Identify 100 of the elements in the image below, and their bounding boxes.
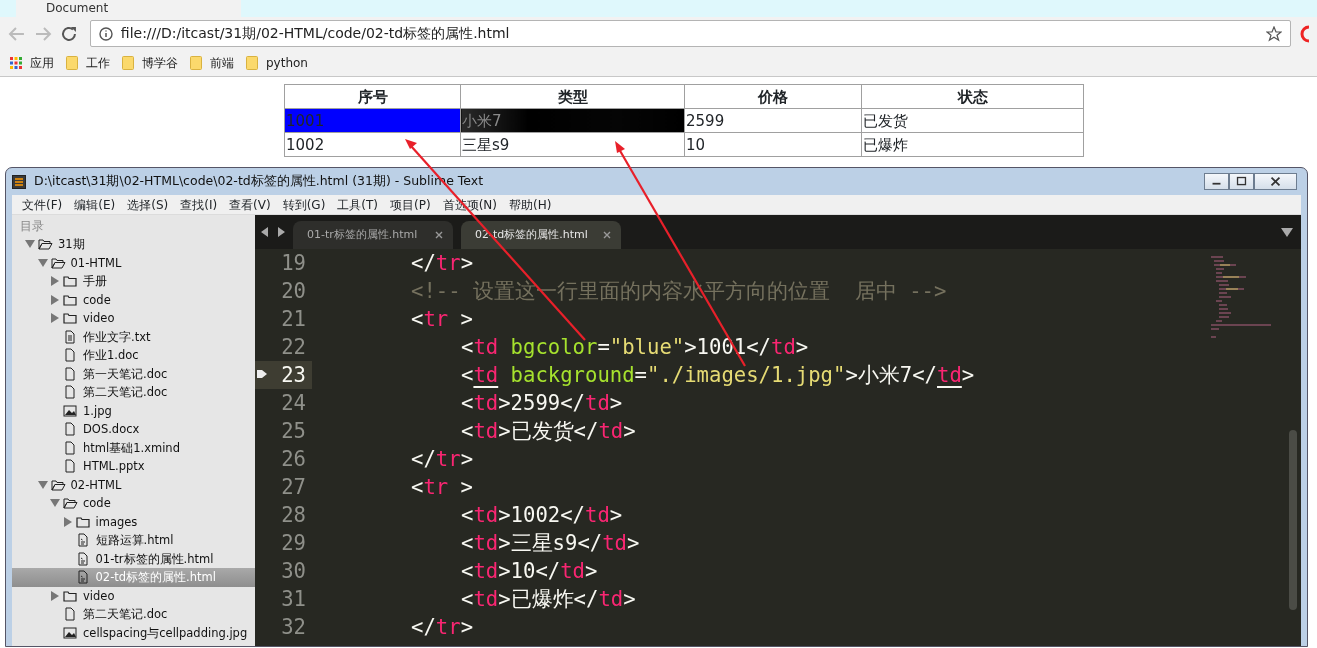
- expanded-arrow-icon[interactable]: [24, 239, 36, 250]
- url-text: file:///D:/itcast/31期/02-HTML/code/02-td标签的属性.html: [120, 24, 510, 43]
- table-cell: 1001: [284, 108, 461, 133]
- tree-item[interactable]: DOS.docx: [12, 420, 255, 439]
- code-line: <tr >: [410, 306, 474, 333]
- file-icon: [63, 422, 78, 437]
- info-icon[interactable]: [98, 26, 113, 41]
- code-line: </tr>: [410, 614, 474, 641]
- line-number: 20: [280, 278, 307, 305]
- code-file-icon: [75, 551, 91, 566]
- tree-item[interactable]: 01-tr标签的属性.html: [12, 549, 255, 568]
- bookmark[interactable]: 前端: [190, 54, 246, 72]
- menu-item[interactable]: 文件(F): [16, 195, 69, 214]
- tab-scroll-icon[interactable]: [261, 227, 285, 237]
- folder-icon: [246, 56, 258, 70]
- table-cell: 2599: [684, 108, 862, 133]
- menu-item[interactable]: 项目(P): [384, 195, 437, 214]
- tree-item[interactable]: 02-HTML: [12, 475, 255, 494]
- line-number: 25: [280, 418, 307, 445]
- tree-item[interactable]: 第一天笔记.doc: [12, 364, 255, 383]
- close-icon[interactable]: [1254, 173, 1297, 190]
- image-file-icon: [63, 403, 78, 418]
- text-file-icon: [63, 329, 78, 344]
- tree-item[interactable]: HTML.pptx: [12, 457, 255, 476]
- minimize-icon[interactable]: [1204, 173, 1229, 190]
- tree-item[interactable]: code: [12, 494, 255, 513]
- folder-icon: [50, 477, 66, 492]
- code-line: <td>三星s9</td>: [460, 530, 640, 557]
- menu-item[interactable]: 工具(T): [331, 195, 385, 214]
- table-cell: 小米7: [460, 108, 685, 133]
- folder-icon: [63, 311, 78, 326]
- expanded-arrow-icon[interactable]: [49, 498, 61, 509]
- line-number: 28: [280, 502, 307, 529]
- tree-item[interactable]: video: [12, 309, 255, 328]
- code-line: </tr>: [410, 250, 474, 277]
- apps-icon: [10, 57, 22, 69]
- collapsed-arrow-icon[interactable]: [49, 294, 61, 305]
- scrollbar-thumb[interactable]: [1289, 430, 1297, 610]
- code-line: <td>2599</td>: [460, 390, 623, 417]
- code-line: <td>1002</td>: [460, 502, 623, 529]
- menu-item[interactable]: 选择(S): [121, 195, 175, 214]
- tree-item[interactable]: video: [12, 586, 255, 605]
- line-number: 27: [280, 474, 307, 501]
- tree-item[interactable]: cellspacing与cellpadding.jpg: [12, 623, 255, 642]
- tree-item[interactable]: 作业文字.txt: [12, 327, 255, 346]
- bookmark[interactable]: 应用: [10, 54, 66, 72]
- code-line: <td>已爆炸</td>: [460, 586, 636, 613]
- tree-item[interactable]: 01-HTML: [12, 253, 255, 272]
- code-file-icon: [75, 533, 91, 548]
- tree-item[interactable]: 31期: [12, 235, 255, 254]
- folder-icon: [38, 237, 53, 252]
- folder-icon: [50, 255, 66, 270]
- menu-item[interactable]: 查看(V): [223, 195, 277, 214]
- collapsed-arrow-icon[interactable]: [49, 313, 61, 324]
- tree-item[interactable]: 第二天笔记.doc: [12, 383, 255, 402]
- address-bar[interactable]: file:///D:/itcast/31期/02-HTML/code/02-td标签的属性.html: [89, 20, 1291, 47]
- table-cell: 已爆炸: [861, 132, 1084, 157]
- browser-tab[interactable]: Document: [16, 0, 241, 17]
- app-icon: [12, 174, 26, 189]
- line-number: 23: [255, 361, 312, 389]
- tree-item[interactable]: 短路运算.html: [12, 531, 255, 550]
- tree-item[interactable]: 作业1.doc: [12, 346, 255, 365]
- bookmark[interactable]: 工作: [66, 54, 122, 72]
- tree-item[interactable]: 1.jpg: [12, 401, 255, 420]
- column-header: 序号: [284, 84, 461, 109]
- collapsed-arrow-icon[interactable]: [49, 276, 61, 287]
- bookmark[interactable]: 博学谷: [122, 54, 190, 72]
- expanded-arrow-icon[interactable]: [36, 479, 49, 490]
- tree-item[interactable]: 第二天笔记.doc: [12, 605, 255, 624]
- line-number: 26: [280, 446, 307, 473]
- star-icon[interactable]: [1266, 25, 1282, 42]
- column-header: 价格: [684, 84, 862, 109]
- tree-item[interactable]: html基础1.xmind: [12, 438, 255, 457]
- line-number: 29: [280, 530, 307, 557]
- folder-icon: [122, 56, 134, 70]
- table-cell: 10: [684, 132, 862, 157]
- menu-item[interactable]: 转到(G): [276, 195, 332, 214]
- folder-icon: [63, 292, 78, 307]
- collapsed-arrow-icon[interactable]: [61, 516, 74, 527]
- file-icon: [63, 385, 78, 400]
- menu-item[interactable]: 查找(I): [174, 195, 224, 214]
- folder-icon: [63, 274, 78, 289]
- expanded-arrow-icon[interactable]: [36, 257, 49, 268]
- tree-item[interactable]: code: [12, 290, 255, 309]
- editor-tab[interactable]: 01-tr标签的属性.html: [293, 221, 453, 249]
- reload-icon[interactable]: [59, 24, 78, 43]
- bookmark[interactable]: python: [246, 54, 320, 72]
- tree-item[interactable]: images: [12, 512, 255, 531]
- menu-item[interactable]: 编辑(E): [68, 195, 122, 214]
- menu-item[interactable]: 帮助(H): [503, 195, 558, 214]
- close-icon[interactable]: [435, 231, 443, 239]
- collapsed-arrow-icon[interactable]: [49, 590, 61, 601]
- extension-icon[interactable]: [1299, 24, 1309, 43]
- dropdown-icon[interactable]: [1281, 227, 1293, 237]
- table-cell: 已发货: [861, 108, 1084, 133]
- folder-icon: [190, 56, 202, 70]
- line-number: 32: [280, 614, 307, 641]
- tree-item[interactable]: 手册: [12, 272, 255, 291]
- code-line: <tr >: [410, 474, 474, 501]
- maximize-icon[interactable]: [1229, 173, 1254, 190]
